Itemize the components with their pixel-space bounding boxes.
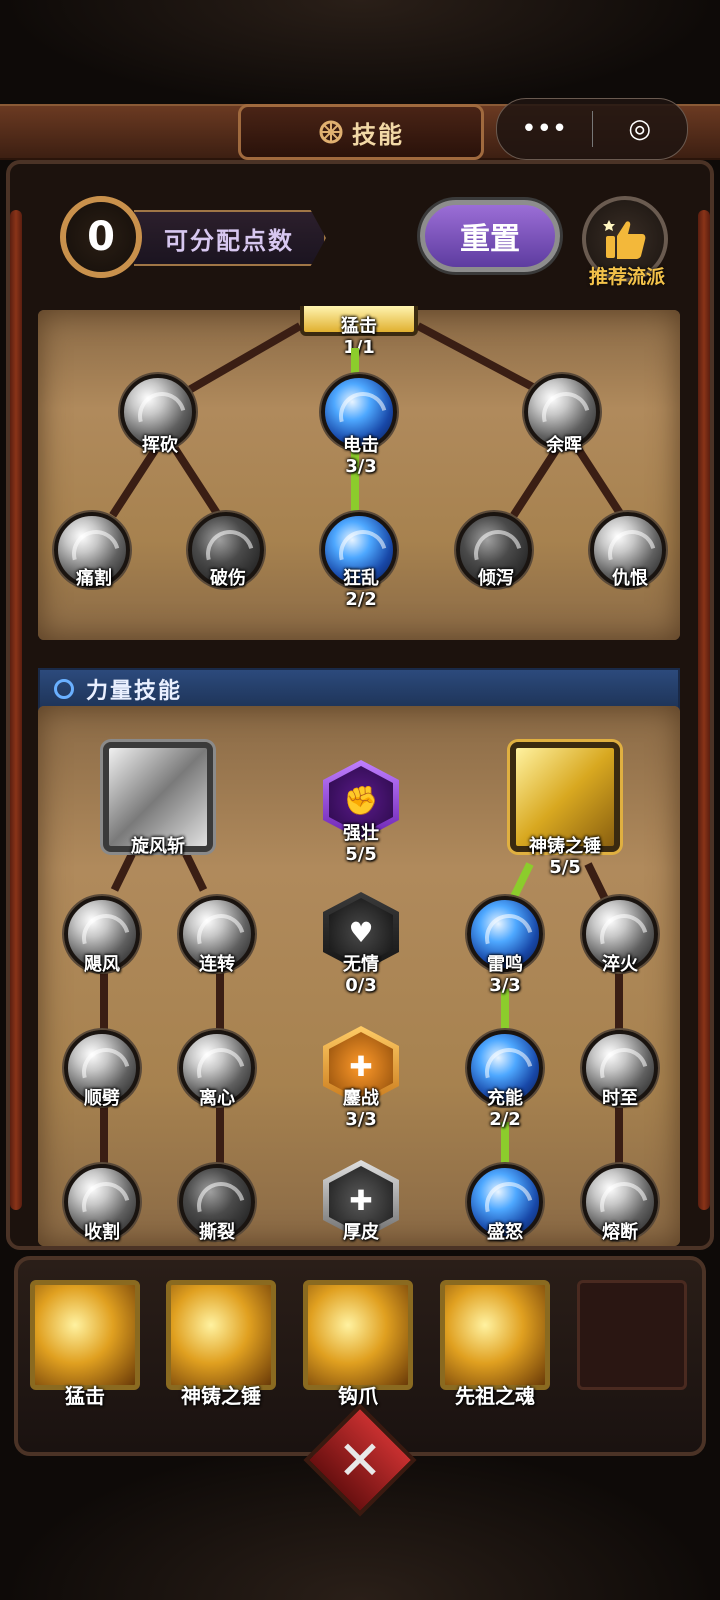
skill-level-thunder: 3/3 bbox=[489, 975, 521, 996]
recommend-build-label: 推荐流派 bbox=[588, 266, 665, 288]
skill-name-fierce-battle: 鏖战 bbox=[343, 1088, 379, 1109]
connector bbox=[100, 1099, 108, 1169]
page-title: 技能 bbox=[352, 120, 404, 149]
skill-name-rage: 盛怒 bbox=[487, 1222, 523, 1243]
equipped-slot-5-empty[interactable] bbox=[577, 1280, 687, 1390]
skill-name-lacerate: 痛割 bbox=[76, 568, 112, 589]
skill-level-forged-hammer: 5/5 bbox=[549, 857, 581, 878]
frame-left-bar bbox=[10, 210, 22, 1210]
equipped-slot-4[interactable] bbox=[440, 1280, 550, 1390]
available-points-value: 0 bbox=[60, 196, 142, 278]
thumbs-up-icon bbox=[603, 220, 646, 259]
skill-level-smash: 1/1 bbox=[343, 337, 375, 358]
equipped-slot-1[interactable] bbox=[30, 1280, 140, 1390]
section-title: 力量技能 bbox=[86, 679, 183, 704]
skill-wheel-icon bbox=[319, 120, 343, 144]
skill-level-strong: 5/5 bbox=[345, 844, 377, 865]
equipped-slot-2[interactable] bbox=[166, 1280, 276, 1390]
skill-level-fierce-battle: 3/3 bbox=[345, 1109, 377, 1130]
close-x-icon: ✕ bbox=[337, 1428, 383, 1492]
points-label: 可分配点数 bbox=[134, 210, 326, 266]
equipped-slot-2-label: 神铸之锤 bbox=[181, 1384, 261, 1408]
title-plate: 技能 bbox=[238, 104, 484, 160]
skill-name-wound: 破伤 bbox=[210, 568, 246, 589]
skill-level-ruthless: 0/3 bbox=[345, 975, 377, 996]
reset-button[interactable]: 重置 bbox=[420, 200, 560, 272]
skill-name-spin: 连转 bbox=[199, 954, 235, 975]
connector bbox=[216, 1099, 224, 1169]
more-options-button[interactable]: ••• bbox=[497, 114, 592, 144]
skill-name-timely: 时至 bbox=[602, 1088, 638, 1109]
skill-name-meltdown: 熔断 bbox=[602, 1222, 638, 1243]
section-ring-icon bbox=[54, 679, 74, 699]
equipped-slot-1-label: 猛击 bbox=[65, 1384, 105, 1408]
mini-program-capsule: ••• ◎ bbox=[496, 98, 688, 160]
skill-level-shock: 3/3 bbox=[345, 456, 377, 477]
skill-level-charge: 2/2 bbox=[489, 1109, 521, 1130]
connector bbox=[615, 1099, 623, 1169]
equipped-slot-3[interactable] bbox=[303, 1280, 413, 1390]
skill-name-strong: 强壮 bbox=[343, 823, 379, 844]
skill-name-thunder: 雷鸣 bbox=[487, 954, 523, 975]
skill-name-forged-hammer: 神铸之锤 bbox=[529, 836, 601, 857]
skill-name-frenzy: 狂乱 bbox=[343, 568, 379, 589]
skill-name-outpour: 倾泻 bbox=[478, 568, 514, 589]
close-program-button[interactable]: ◎ bbox=[593, 114, 688, 144]
skill-name-whirlwind: 旋风斩 bbox=[131, 836, 185, 857]
skill-name-slash: 挥砍 bbox=[142, 435, 178, 456]
skill-level-frenzy: 2/2 bbox=[345, 589, 377, 610]
skill-name-charge: 充能 bbox=[487, 1088, 523, 1109]
equipped-slot-4-label: 先祖之魂 bbox=[455, 1384, 535, 1408]
skill-name-quench: 淬火 bbox=[602, 954, 638, 975]
skill-name-centrifugal: 离心 bbox=[199, 1088, 235, 1109]
skill-name-harvest: 收割 bbox=[84, 1222, 120, 1243]
skill-name-afterglow: 余晖 bbox=[546, 435, 582, 456]
skill-name-hatred: 仇恨 bbox=[612, 568, 648, 589]
skill-name-smash: 猛击 bbox=[341, 316, 377, 337]
top-decorative-background bbox=[0, 0, 720, 110]
skill-name-thick-skin: 厚皮 bbox=[343, 1222, 379, 1243]
section-header-strength: 力量技能 bbox=[38, 668, 680, 710]
frame-right-bar bbox=[698, 210, 710, 1210]
skill-name-ruthless: 无情 bbox=[343, 954, 379, 975]
skill-name-tear: 撕裂 bbox=[199, 1222, 235, 1243]
skill-name-shock: 电击 bbox=[343, 435, 379, 456]
skill-name-cleave: 顺劈 bbox=[84, 1088, 120, 1109]
skill-name-hurricane: 飓风 bbox=[84, 954, 120, 975]
